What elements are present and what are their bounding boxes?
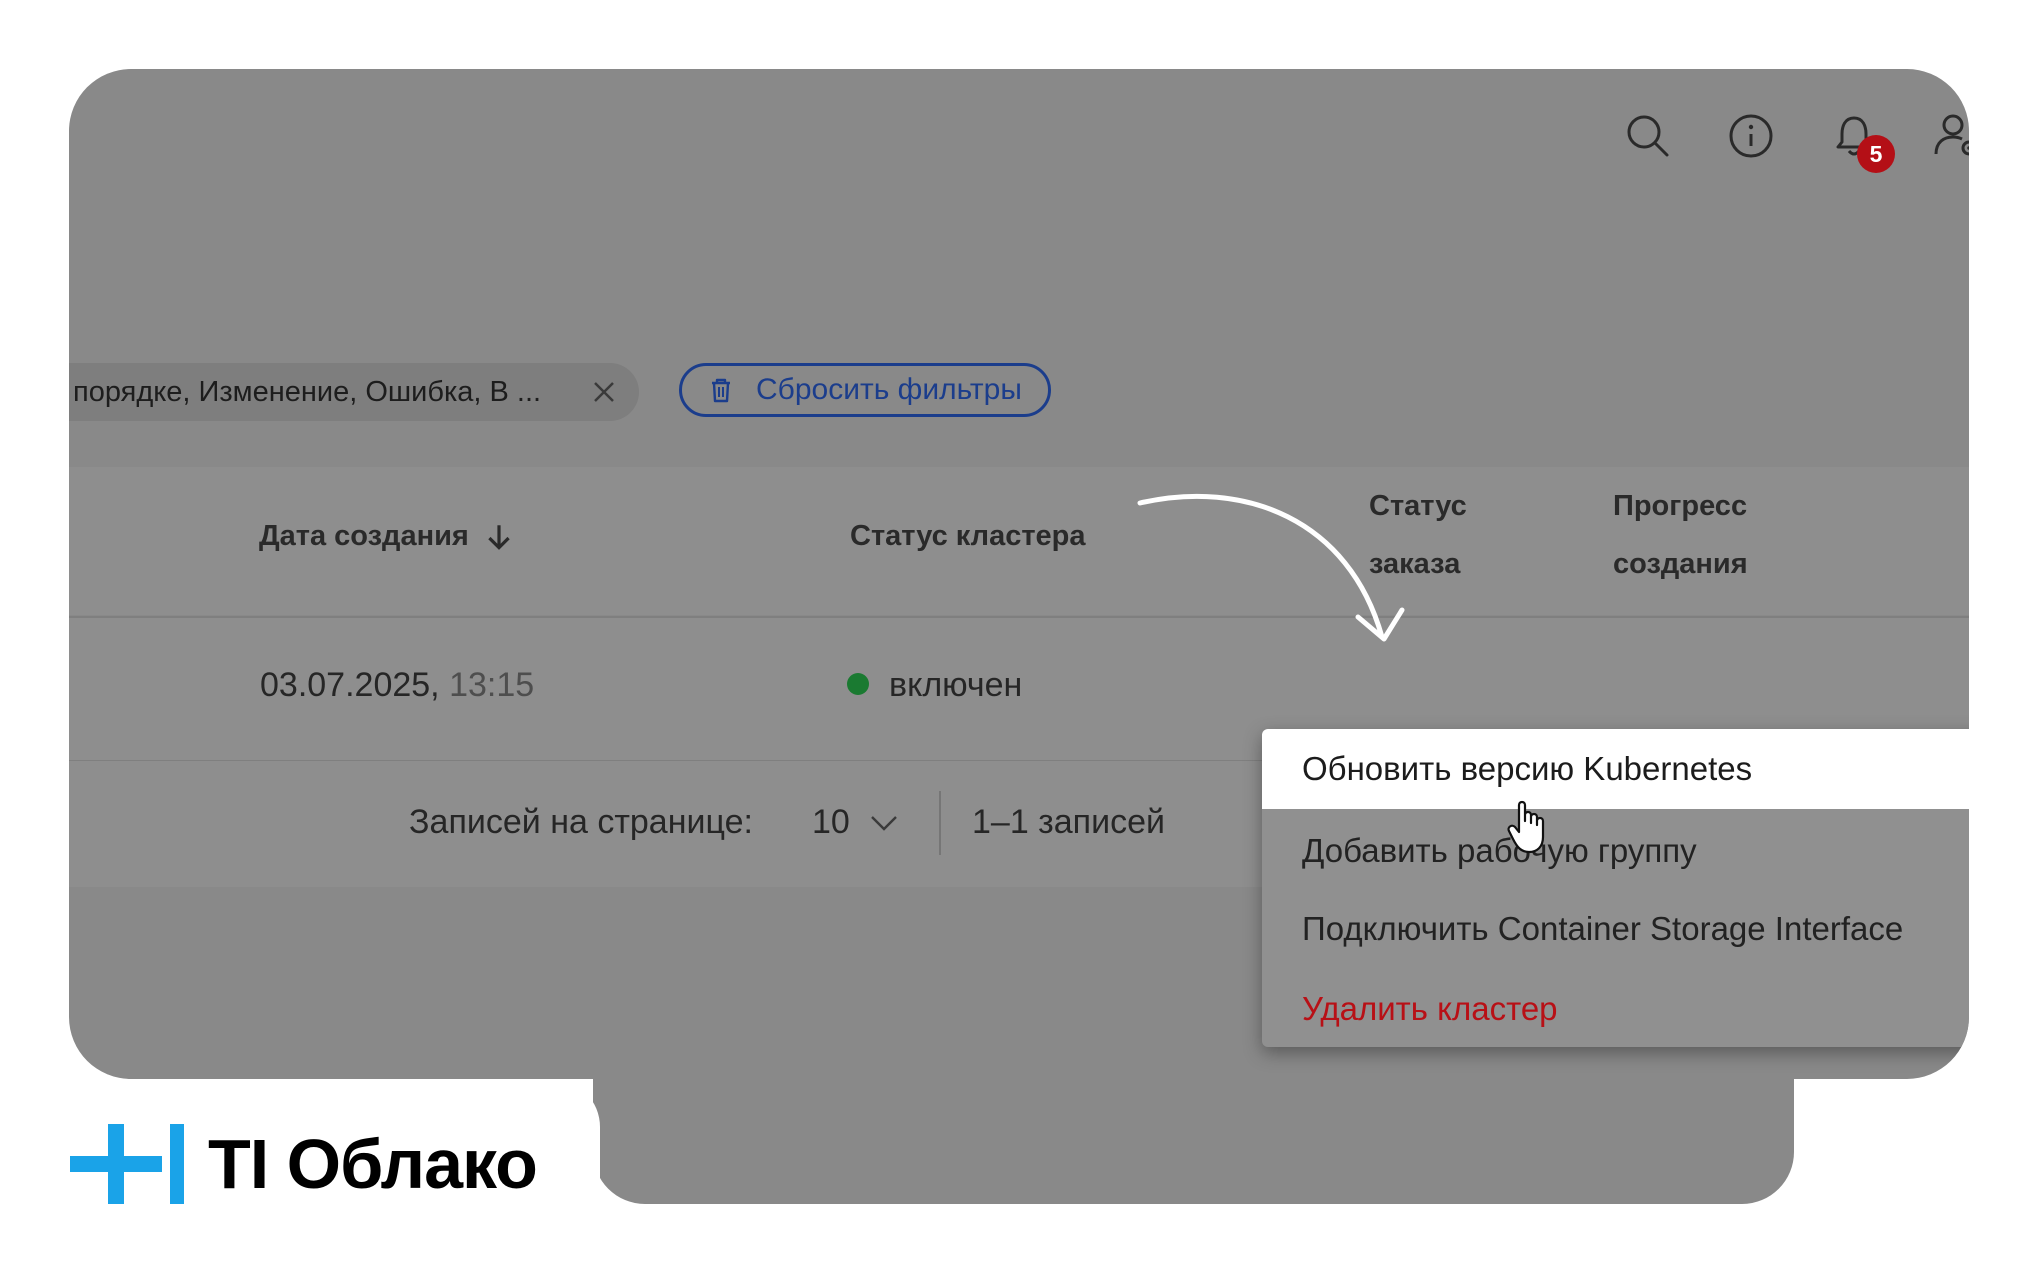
column-cluster-status[interactable]: Статус кластера [850, 507, 1086, 565]
search-button[interactable] [1611, 99, 1685, 173]
menu-item-update-kubernetes[interactable]: Обновить версию Kubernetes [1262, 729, 1969, 809]
cluster-status-cell: включен [847, 666, 1022, 705]
menu-item-add-worker-group[interactable]: Добавить рабочую группу [1262, 811, 1969, 891]
filter-chip-text: порядке, Изменение, Ошибка, В ... [73, 375, 542, 408]
records-count: 1–1 записей [972, 803, 1165, 841]
table-header: Дата создания Статус кластера Статус зак… [69, 467, 1969, 615]
filter-chip-status[interactable]: порядке, Изменение, Ошибка, В ... [69, 363, 639, 421]
status-dot [847, 673, 869, 696]
per-page-label: Записей на странице: [409, 803, 753, 841]
column-progress[interactable]: Прогресс создания [1613, 477, 1748, 593]
sort-down-icon[interactable] [483, 521, 515, 553]
reset-filters-button[interactable]: Сбросить фильтры [679, 363, 1051, 417]
logo-text: TI Облако [208, 1125, 538, 1203]
info-button[interactable] [1714, 99, 1788, 173]
close-icon[interactable] [587, 375, 621, 409]
notification-badge: 5 [1857, 135, 1895, 173]
created-date-cell: 03.07.2025, 13:15 [260, 666, 535, 704]
annotation-arrow-icon [1137, 493, 1405, 642]
account-button[interactable] [1920, 99, 1969, 173]
logo-mark-icon [70, 1124, 184, 1204]
menu-item-connect-csi[interactable]: Подключить Container Storage Interface [1262, 889, 1969, 969]
cluster-actions-menu: Обновить версию Kubernetes Добавить рабо… [1262, 729, 1969, 1047]
pagination-divider [939, 791, 941, 855]
column-created-date[interactable]: Дата создания [259, 507, 515, 565]
notifications-button[interactable]: 5 [1817, 99, 1895, 173]
per-page-select[interactable]: 10 [812, 803, 899, 842]
chevron-down-icon [871, 816, 898, 831]
reset-filters-label: Сбросить фильтры [756, 373, 1022, 406]
user-settings-icon [1934, 114, 1969, 156]
hand-cursor-icon [1507, 800, 1545, 854]
menu-item-delete-cluster[interactable]: Удалить кластер [1262, 969, 1969, 1049]
brand-logo: TI Облако [70, 1124, 538, 1204]
search-icon [1627, 115, 1669, 157]
info-icon [1729, 114, 1773, 158]
screenshot-frame: 5 порядке, Изменение, Ошибка, В ... Сбро… [69, 69, 1969, 1079]
trash-icon [712, 378, 730, 403]
